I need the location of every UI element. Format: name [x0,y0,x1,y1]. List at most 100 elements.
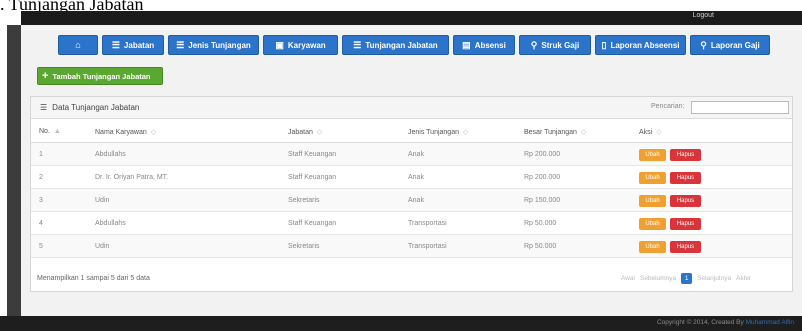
cell-besar: Rp 50.000 [524,243,557,250]
document-icon: ▯ [601,39,607,50]
cell-besar: Rp 50.000 [524,220,557,227]
money-icon: ⚲ [530,39,538,50]
column-header[interactable]: Nama Karyawan ◇ [95,128,156,136]
nav-karyawan-button[interactable]: ▣ Karyawan [263,35,338,55]
pager-last[interactable]: Akhir [736,275,751,282]
nav-home-button[interactable]: ⌂ [58,35,98,55]
main-nav: ⌂ ☰ Jabatan ☰ Jenis Tunjangan ▣ Karyawan ☰ T… [58,35,770,55]
table-row: 2 Dr. Ir. Oriyan Patra, MT. Staff Keuang… [31,166,792,189]
ubah-button[interactable]: Ubah [639,195,666,207]
hapus-button[interactable]: Hapus [670,195,701,207]
ubah-button[interactable]: Ubah [639,149,666,161]
ubah-button[interactable]: Ubah [639,218,666,230]
list-icon: ☰ [353,39,362,50]
sort-icon: ▲ [53,128,61,135]
cell-jenis: Anak [408,174,424,181]
table-info: Menampilkan 1 sampai 5 dari 5 data [37,275,150,282]
cell-nama: Abdullahs [95,151,126,158]
column-header[interactable]: Jenis Tunjangan ◇ [408,128,468,136]
nav-label: Jenis Tunjangan [188,40,251,50]
cell-no: 5 [39,243,43,250]
cell-jabatan: Sekretaris [288,243,320,250]
top-bar: Logout [21,11,802,25]
sort-icon: ◇ [580,129,587,136]
cell-jenis: Anak [408,197,424,204]
ubah-button[interactable]: Ubah [639,172,666,184]
cell-besar: Rp 200.000 [524,174,561,181]
data-panel: ☰ Data Tunjangan Jabatan Pencarian: No. ▲… [30,96,793,292]
author-link[interactable]: Muhammad Alfin [746,319,794,326]
nav-label: Tunjangan Jabatan [365,40,438,50]
nav-jenis-tunjangan-button[interactable]: ☰ Jenis Tunjangan [168,35,259,55]
table-row: 5 Udin Sekretaris Transportasi Rp 50.000… [31,235,792,258]
nav-label: Karyawan [287,40,326,50]
nav-laporan-gaji-button[interactable]: ⚲ Laporan Gaji [690,35,770,55]
add-tunjangan-jabatan-button[interactable]: + Tambah Tunjangan Jabatan [37,67,163,85]
hapus-button[interactable]: Hapus [670,241,701,253]
nav-label: Laporan Abseensi [610,40,680,50]
ubah-button[interactable]: Ubah [639,241,666,253]
list-icon: ☰ [111,39,120,50]
nav-jabatan-button[interactable]: ☰ Jabatan [102,35,164,55]
hapus-button[interactable]: Hapus [670,149,701,161]
pagination: Awal Sebelumnya 1 Selanjutnya Akhir [621,273,751,284]
hapus-button[interactable]: Hapus [670,172,701,184]
money-icon: ⚲ [700,39,707,50]
table-row: 3 Udin Sekretaris Anak Rp 150.000 Ubah H… [31,189,792,212]
pager-next[interactable]: Selanjutnya [697,275,731,282]
pager-first[interactable]: Awal [621,275,635,282]
search-label: Pencarian: [651,103,685,110]
nav-label: Struk Gaji [541,40,580,50]
cell-jenis: Anak [408,151,424,158]
panel-title-text: Data Tunjangan Jabatan [52,103,140,112]
nav-tunjangan-jabatan-button[interactable]: ☰ Tunjangan Jabatan [342,35,449,55]
list-icon: ☰ [176,39,185,50]
nav-label: Jabatan [123,40,155,50]
user-card-icon: ▣ [275,39,284,50]
sort-icon: ◇ [150,129,157,136]
cell-jenis: Transportasi [408,243,447,250]
nav-struk-gaji-button[interactable]: ⚲ Struk Gaji [519,35,591,55]
footer: Copyright © 2014, Created By Muhammad Al… [0,316,802,331]
cell-no: 3 [39,197,43,204]
file-icon: ▤ [462,39,471,50]
home-icon: ⌂ [75,40,81,50]
pager-current-page[interactable]: 1 [681,273,693,284]
panel-header: ☰ Data Tunjangan Jabatan Pencarian: [31,97,792,119]
column-header[interactable]: Jabatan ◇ [288,128,322,136]
nav-label: Laporan Gaji [710,40,760,50]
cell-besar: Rp 200.000 [524,151,561,158]
cell-no: 2 [39,174,43,181]
cell-jabatan: Staff Keuangan [288,220,337,227]
column-header[interactable]: No. ▲ [39,128,61,135]
cell-no: 4 [39,220,43,227]
cell-nama: Udin [95,197,110,204]
nav-laporan-abseensi-button[interactable]: ▯ Laporan Abseensi [595,35,686,55]
cell-no: 1 [39,151,43,158]
table-row: 4 Abdullahs Staff Keuangan Transportasi … [31,212,792,235]
cell-nama: Abdullahs [95,220,126,227]
nav-absensi-button[interactable]: ▤ Absensi [453,35,515,55]
sort-icon: ◇ [462,129,469,136]
plus-icon: + [42,69,49,82]
column-header[interactable]: Aksi ◇ [639,128,662,136]
cell-jabatan: Staff Keuangan [288,174,337,181]
pager-prev[interactable]: Sebelumnya [640,275,676,282]
panel-title: ☰ Data Tunjangan Jabatan [40,103,139,112]
column-header[interactable]: Besar Tunjangan ◇ [524,128,586,136]
list-icon: ☰ [40,103,48,112]
cell-nama: Dr. Ir. Oriyan Patra, MT. [95,174,169,181]
cell-nama: Udin [95,243,110,250]
search-input[interactable] [691,101,789,114]
logout-link[interactable]: Logout [693,12,714,19]
cell-besar: Rp 150.000 [524,197,561,204]
add-button-label: Tambah Tunjangan Jabatan [52,71,151,81]
table-row: 1 Abdullahs Staff Keuangan Anak Rp 200.0… [31,143,792,166]
nav-label: Absensi [474,40,506,50]
hapus-button[interactable]: Hapus [670,218,701,230]
cell-jenis: Transportasi [408,220,447,227]
cell-jabatan: Sekretaris [288,197,320,204]
table-header: No. ▲ Nama Karyawan ◇ Jabatan ◇ Jenis Tunja… [31,120,792,143]
copyright-text: Copyright © 2014, Created By Muhammad Al… [656,319,794,326]
sort-icon: ◇ [656,129,662,136]
